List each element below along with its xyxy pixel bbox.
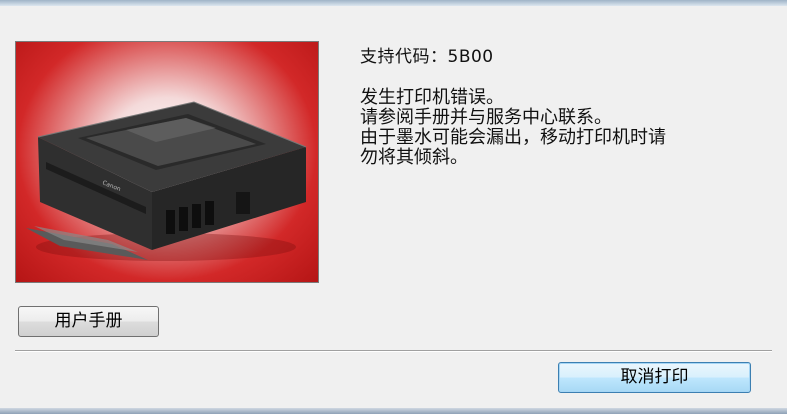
divider: [15, 350, 772, 352]
cancel-print-button[interactable]: 取消打印: [558, 362, 751, 393]
support-code: 支持代码：5B00: [360, 47, 494, 67]
printer-illustration: Canon: [26, 101, 307, 261]
message-line: 勿将其倾斜。: [360, 147, 468, 168]
message-line: 由于墨水可能会漏出，移动打印机时请: [360, 127, 666, 148]
message-line: 请参阅手册并与服务中心联系。: [360, 107, 612, 128]
window-frame-bottom: [0, 408, 787, 414]
message-line: 发生打印机错误。: [360, 87, 504, 108]
error-message: 发生打印机错误。 请参阅手册并与服务中心联系。 由于墨水可能会漏出，移动打印机时…: [360, 88, 760, 168]
user-manual-button[interactable]: 用户手册: [18, 306, 159, 337]
printer-image: Canon: [15, 41, 319, 283]
